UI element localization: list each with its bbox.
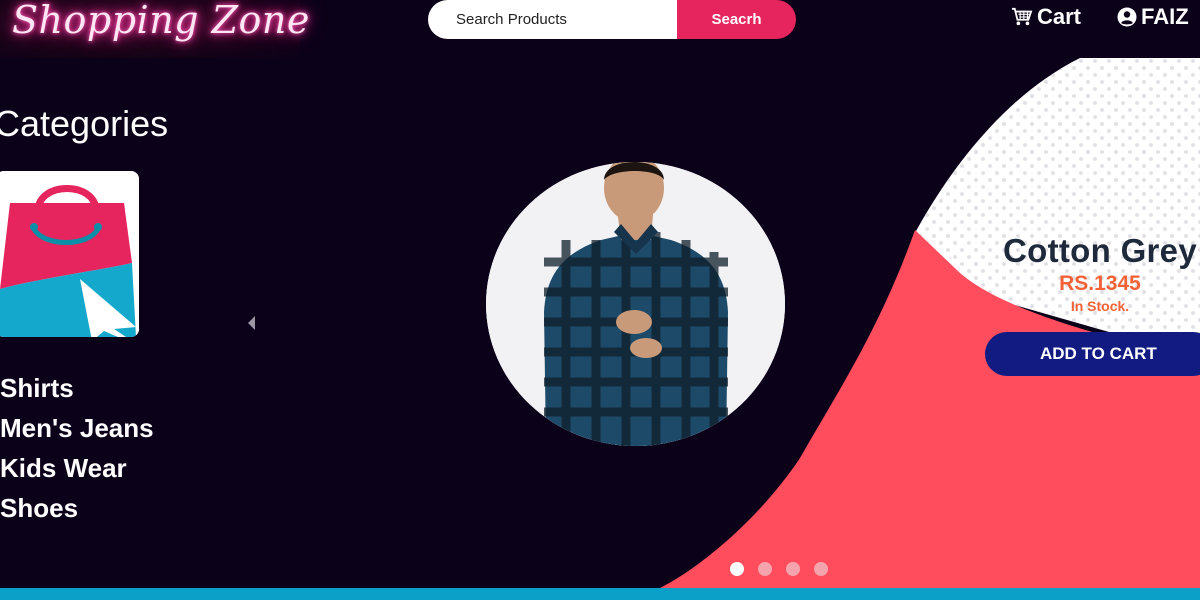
product-name: Cotton Grey (1003, 232, 1197, 269)
category-item-mens-jeans[interactable]: Men's Jeans (0, 408, 154, 448)
carousel-dot-4[interactable] (814, 562, 828, 576)
cart-icon (1012, 7, 1033, 26)
add-to-cart-button[interactable]: ADD TO CART (985, 332, 1200, 376)
cart-link[interactable]: Cart (1011, 4, 1081, 30)
chevron-left-icon[interactable] (248, 316, 255, 330)
product-info: Cotton Grey RS.1345 In Stock. (990, 232, 1200, 314)
search-bar: Seacrh (428, 0, 796, 39)
carousel-dot-3[interactable] (786, 562, 800, 576)
category-item-shoes[interactable]: Shoes (0, 488, 154, 528)
user-account-link[interactable]: FAIZ (1117, 4, 1189, 30)
logo[interactable]: Shopping Zone (0, 0, 309, 58)
category-item-kids-wear[interactable]: Kids Wear (0, 448, 154, 488)
carousel-indicators (730, 562, 828, 576)
search-button[interactable]: Seacrh (677, 0, 796, 39)
shopping-bag-icon (0, 171, 139, 337)
category-list: Shirts Men's Jeans Kids Wear Shoes (0, 368, 154, 528)
carousel-dot-1[interactable] (730, 562, 744, 576)
user-circle-icon (1117, 7, 1137, 27)
logo-text: Shopping Zone (12, 0, 310, 42)
user-name: FAIZ (1141, 4, 1189, 29)
carousel-dot-2[interactable] (758, 562, 772, 576)
product-image (486, 162, 785, 446)
category-item-shirts[interactable]: Shirts (0, 368, 154, 408)
stock-status: In Stock. (1070, 298, 1130, 314)
cart-label: Cart (1037, 4, 1082, 29)
categories-title: Categories (0, 103, 169, 144)
product-price: RS.1345 (1059, 272, 1141, 295)
header: Shopping Zone Seacrh Cart FAIZ (0, 0, 1200, 58)
footer-bar (0, 588, 1200, 600)
search-input[interactable] (428, 0, 677, 39)
